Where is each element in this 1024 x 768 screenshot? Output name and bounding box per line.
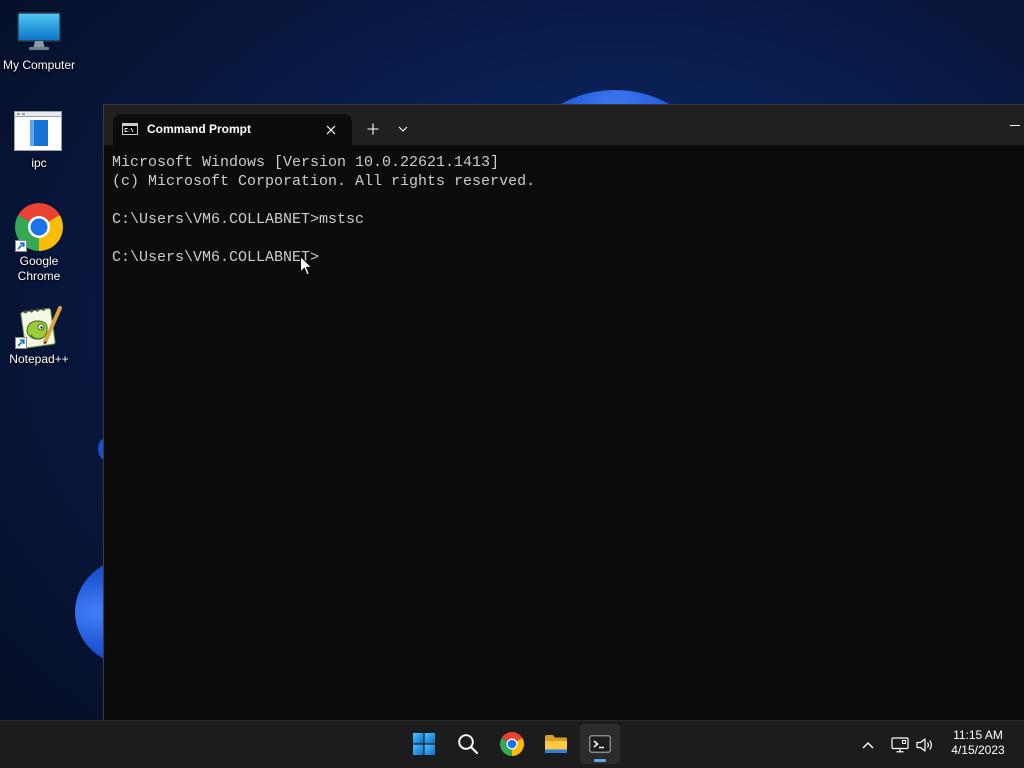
new-tab-button[interactable] (359, 115, 387, 143)
desktop-icon-label: Notepad++ (9, 352, 69, 366)
tab-title: Command Prompt (147, 122, 252, 136)
close-icon (326, 125, 336, 135)
taskbar-file-explorer-button[interactable] (536, 724, 576, 764)
desktop-icon-label: ipc (31, 156, 47, 170)
windows-start-icon (413, 733, 435, 755)
search-icon (458, 734, 479, 755)
file-explorer-icon (545, 735, 567, 753)
shortcut-arrow-icon (15, 240, 27, 252)
clock-time: 11:15 AM (953, 728, 1003, 742)
minimize-icon (1010, 125, 1020, 126)
title-bar[interactable]: Command Prompt (104, 105, 1024, 145)
icon-area (1, 106, 77, 156)
clock-date: 4/15/2023 (951, 743, 1005, 757)
show-hidden-icons-button[interactable] (856, 730, 880, 760)
terminal-window: Command Prompt Microsoft Windows [Versio… (103, 104, 1024, 720)
tab-close-button[interactable] (321, 120, 341, 140)
volume-button[interactable] (914, 730, 936, 760)
start-button[interactable] (404, 724, 444, 764)
chevron-up-icon (862, 742, 874, 749)
icon-area (1, 8, 77, 58)
chevron-down-icon (398, 126, 408, 132)
search-button[interactable] (448, 724, 488, 764)
mouse-cursor-icon (300, 256, 313, 276)
plus-icon (367, 123, 379, 135)
taskbar-chrome-button[interactable] (492, 724, 532, 764)
desktop-icon-label: Google Chrome (17, 254, 61, 283)
desktop-icon-my-computer[interactable]: My Computer (1, 8, 77, 73)
terminal-output[interactable]: Microsoft Windows [Version 10.0.22621.14… (104, 145, 1024, 720)
icon-area (1, 202, 77, 254)
desktop-icon-google-chrome[interactable]: Google Chrome (1, 202, 77, 284)
cmd-icon (122, 123, 138, 135)
terminal-icon (589, 735, 611, 753)
icon-area (1, 300, 77, 352)
monitor-icon (17, 12, 61, 50)
tab-dropdown-button[interactable] (391, 115, 415, 143)
active-app-indicator (594, 759, 606, 762)
desktop-icon-notepad-plus-plus[interactable]: Notepad++ (1, 300, 77, 367)
desktop-icon-ipc[interactable]: ipc (1, 106, 77, 171)
tab-command-prompt[interactable]: Command Prompt (113, 114, 352, 145)
volume-icon (916, 738, 932, 752)
document-icon (14, 111, 62, 151)
taskbar-terminal-button[interactable] (580, 724, 620, 764)
terminal-prompt-line: C:\Users\VM6.COLLABNET> (112, 249, 320, 266)
shortcut-arrow-icon (15, 337, 27, 349)
terminal-line: (c) Microsoft Corporation. All rights re… (112, 173, 536, 190)
network-icon (891, 737, 909, 753)
chrome-icon (500, 732, 524, 756)
minimize-button[interactable] (1006, 113, 1024, 137)
terminal-line: Microsoft Windows [Version 10.0.22621.14… (112, 154, 500, 171)
desktop-icon-label: My Computer (2, 58, 76, 72)
taskbar: 11:15 AM 4/15/2023 (0, 720, 1024, 768)
clock[interactable]: 11:15 AM 4/15/2023 (942, 726, 1014, 764)
terminal-line: C:\Users\VM6.COLLABNET>mstsc (112, 211, 365, 228)
network-button[interactable] (889, 730, 911, 760)
